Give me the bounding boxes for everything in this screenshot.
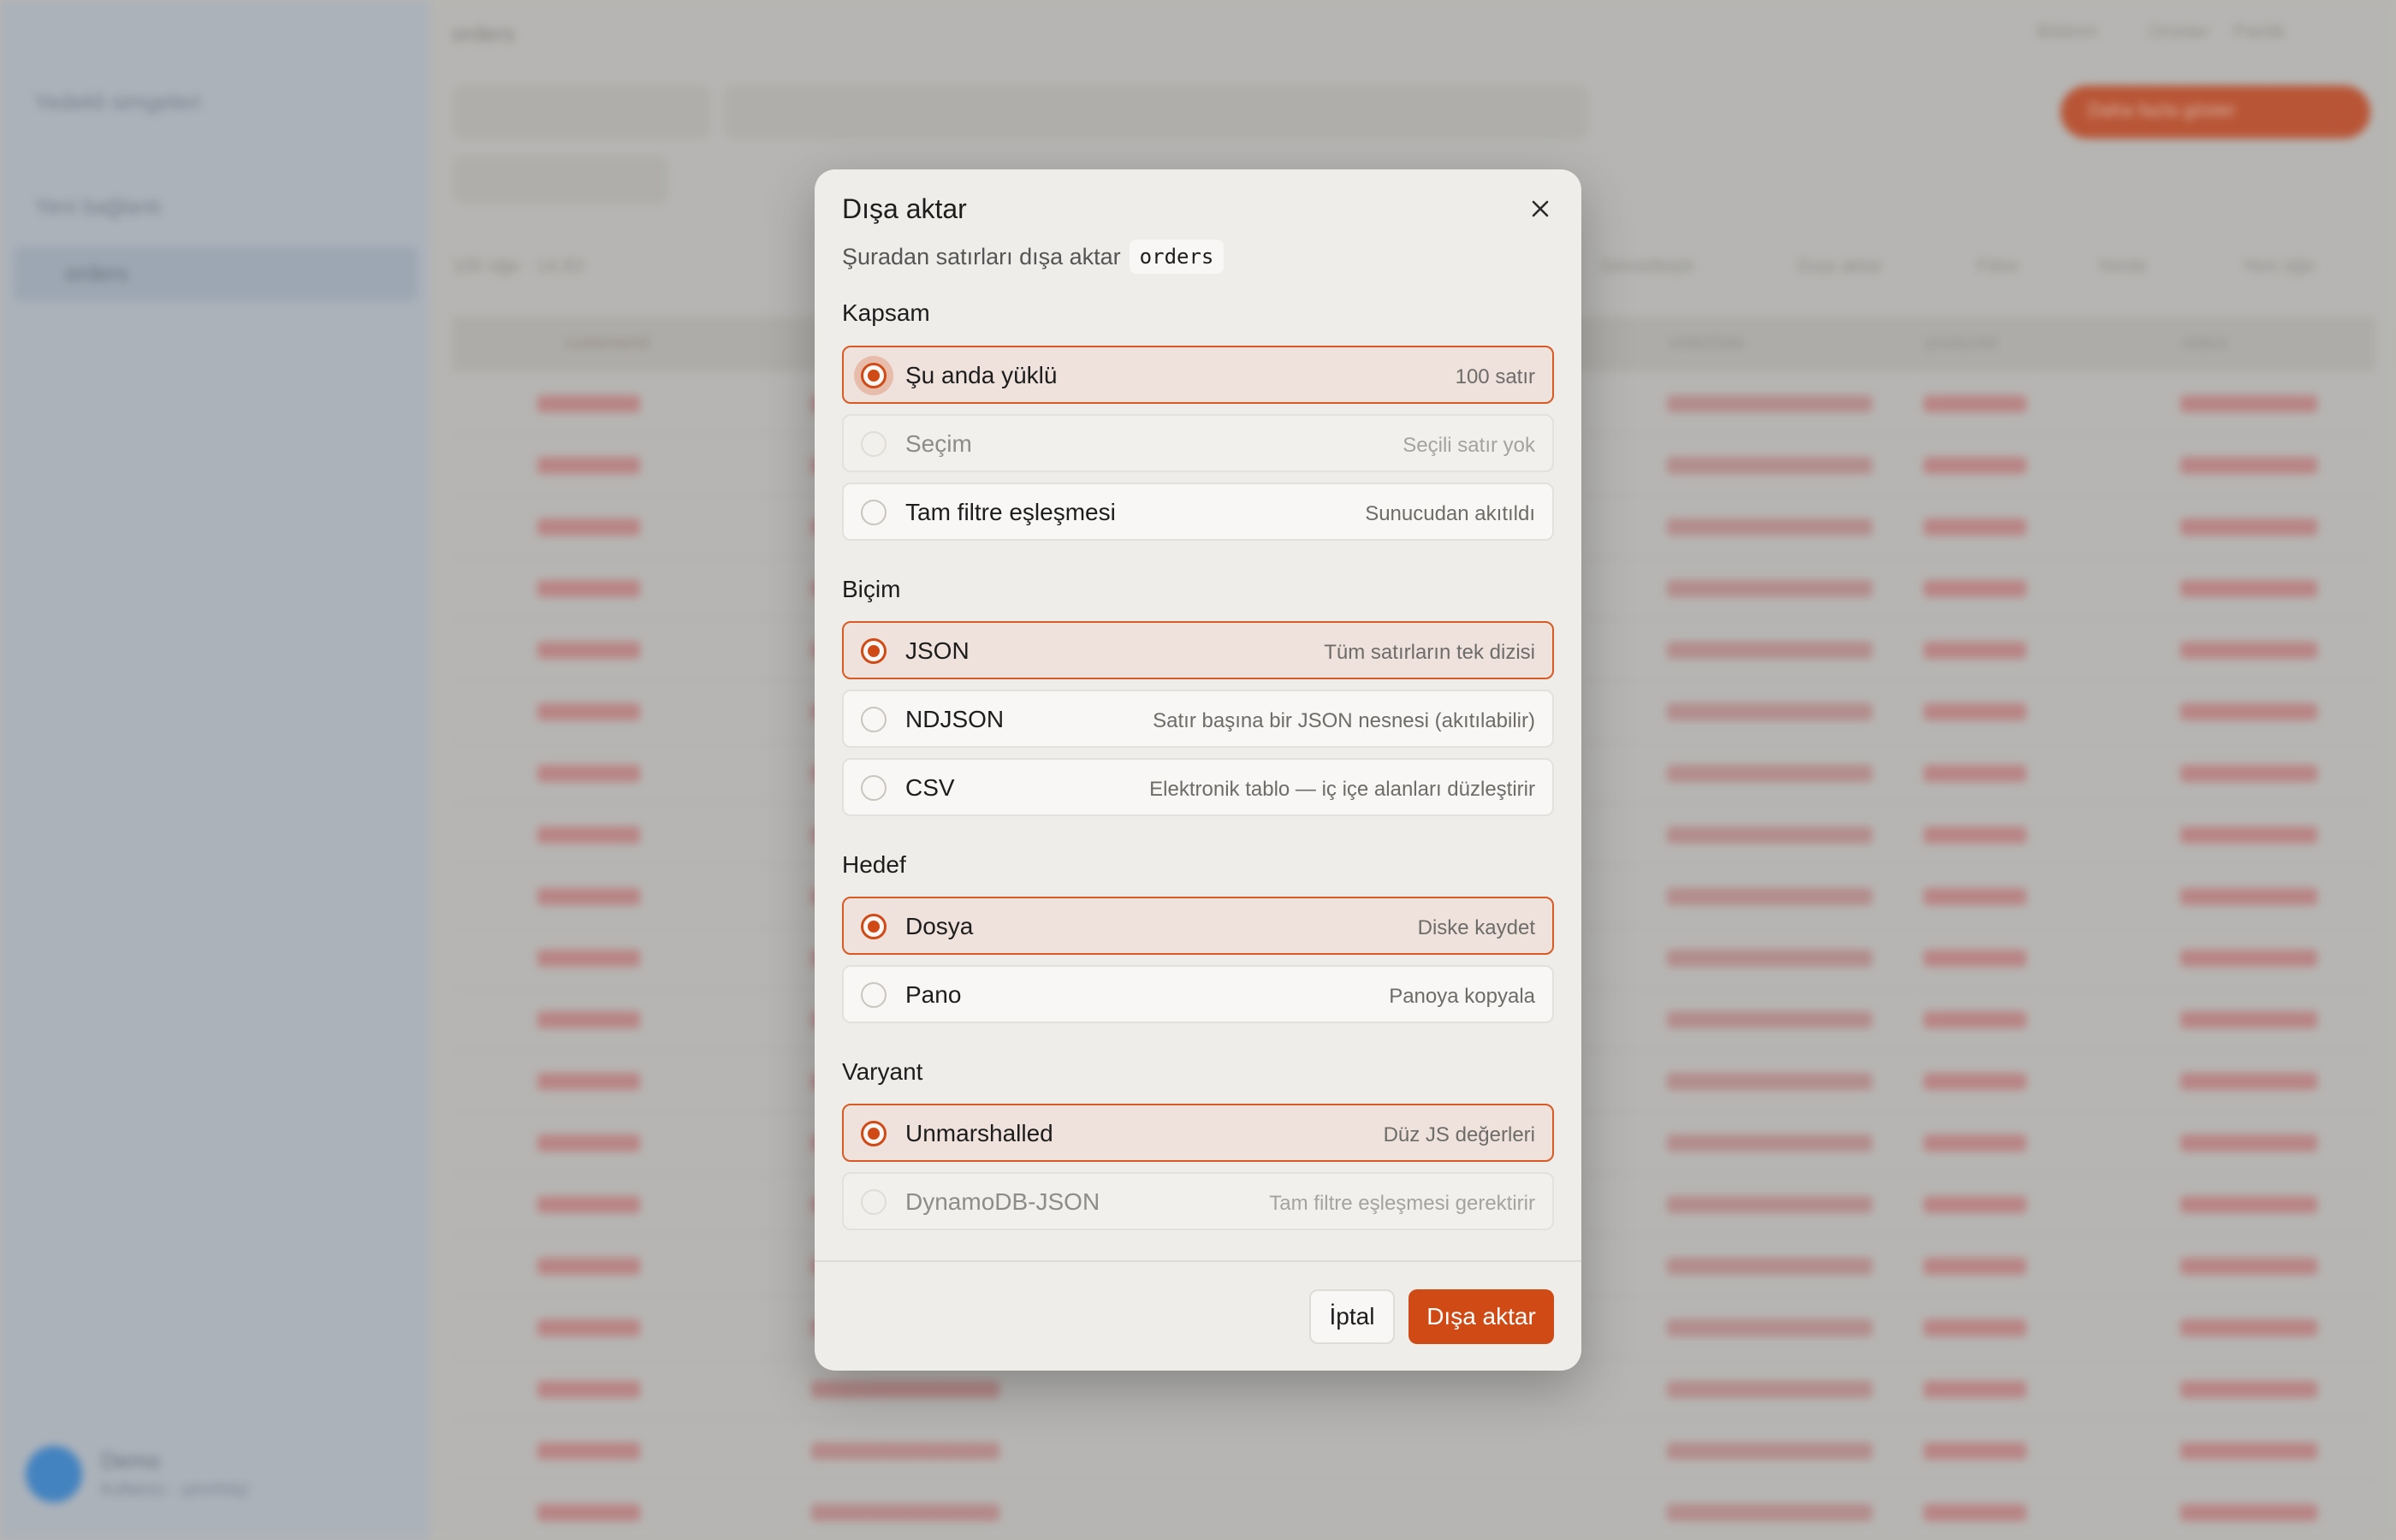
option-currently-loaded[interactable]: Şu anda yüklü 100 satır xyxy=(842,346,1554,404)
close-icon[interactable] xyxy=(1523,192,1557,226)
cancel-button[interactable]: İptal xyxy=(1309,1289,1395,1344)
dialog-title: Dışa aktar xyxy=(842,193,967,224)
option-desc: Sunucudan akıtıldı xyxy=(1365,502,1535,525)
option-label: Seçim xyxy=(905,430,972,457)
dialog-footer: İptal Dışa aktar xyxy=(815,1260,1581,1371)
option-desc: 100 satır xyxy=(1455,365,1535,388)
table-name-code: orders xyxy=(1129,240,1225,274)
radio-disabled xyxy=(861,1189,887,1215)
option-full-filter-match[interactable]: Tam filtre eşleşmesi Sunucudan akıtıldı xyxy=(842,483,1554,541)
option-desc: Düz JS değerleri xyxy=(1383,1123,1535,1146)
option-label: Tam filtre eşleşmesi xyxy=(905,499,1116,525)
option-file[interactable]: Dosya Diske kaydet xyxy=(842,897,1554,955)
option-label: Unmarshalled xyxy=(905,1120,1053,1146)
option-desc: Tam filtre eşleşmesi gerektirir xyxy=(1269,1192,1535,1215)
option-clipboard[interactable]: Pano Panoya kopyala xyxy=(842,965,1554,1023)
option-label: Şu anda yüklü xyxy=(905,362,1058,388)
option-label: CSV xyxy=(905,774,955,801)
radio-selected[interactable] xyxy=(861,638,887,664)
option-selection: Seçim Seçili satır yok xyxy=(842,414,1554,472)
option-desc: Tüm satırların tek dizisi xyxy=(1324,641,1535,664)
radio[interactable] xyxy=(861,707,887,732)
radio-selected[interactable] xyxy=(861,1121,887,1146)
subtitle-text: Şuradan satırları dışa aktar xyxy=(842,243,1121,270)
option-csv[interactable]: CSV Elektronik tablo — iç içe alanları d… xyxy=(842,758,1554,816)
dialog-subtitle: Şuradan satırları dışa aktar orders xyxy=(842,240,1225,274)
radio[interactable] xyxy=(861,500,887,525)
section-title-target: Hedef xyxy=(842,851,906,878)
radio[interactable] xyxy=(861,775,887,801)
option-desc: Panoya kopyala xyxy=(1389,985,1535,1008)
radio[interactable] xyxy=(861,982,887,1008)
option-label: DynamoDB-JSON xyxy=(905,1188,1100,1215)
radio-disabled xyxy=(861,431,887,457)
radio-selected[interactable] xyxy=(861,363,887,388)
option-desc: Elektronik tablo — iç içe alanları düzle… xyxy=(1149,778,1535,801)
section-title-scope: Kapsam xyxy=(842,299,930,326)
option-dynamodb-json: DynamoDB-JSON Tam filtre eşleşmesi gerek… xyxy=(842,1172,1554,1230)
option-desc: Diske kaydet xyxy=(1417,916,1535,939)
option-json[interactable]: JSON Tüm satırların tek dizisi xyxy=(842,621,1554,679)
radio-selected[interactable] xyxy=(861,914,887,939)
option-desc: Seçili satır yok xyxy=(1403,434,1535,457)
option-desc: Satır başına bir JSON nesnesi (akıtılabi… xyxy=(1153,709,1535,732)
option-label: NDJSON xyxy=(905,706,1005,732)
option-label: Pano xyxy=(905,981,962,1008)
option-ndjson[interactable]: NDJSON Satır başına bir JSON nesnesi (ak… xyxy=(842,690,1554,748)
option-label: Dosya xyxy=(905,913,974,939)
option-label: JSON xyxy=(905,637,970,664)
section-title-format: Biçim xyxy=(842,576,901,602)
export-button[interactable]: Dışa aktar xyxy=(1409,1289,1554,1344)
section-title-variant: Varyant xyxy=(842,1058,923,1085)
export-dialog: Dışa aktar Şuradan satırları dışa aktar … xyxy=(815,169,1581,1371)
option-unmarshalled[interactable]: Unmarshalled Düz JS değerleri xyxy=(842,1104,1554,1162)
